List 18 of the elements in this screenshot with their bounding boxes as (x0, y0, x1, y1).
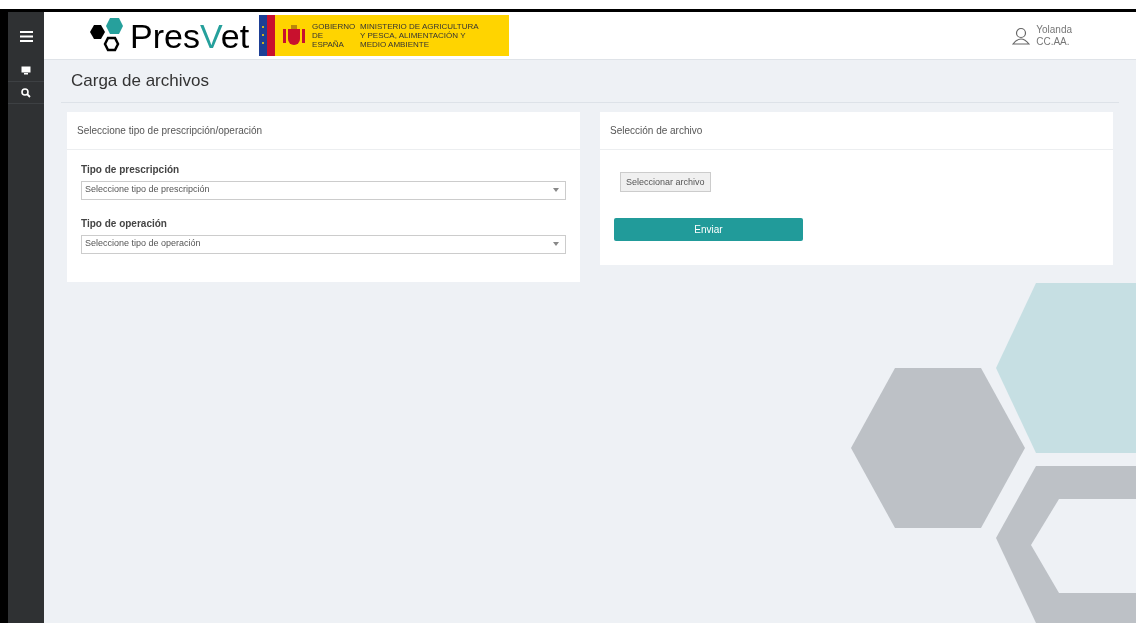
user-icon[interactable] (1012, 26, 1031, 45)
dropdown-caret-icon (553, 242, 559, 246)
page-title: Carga de archivos (61, 60, 1119, 103)
logo-text: PresVet (130, 18, 250, 53)
panel-title: Selección de archivo (600, 111, 1113, 150)
select-field[interactable]: Seleccione tipo de operación (81, 234, 566, 254)
dropdown-caret-icon (553, 188, 559, 192)
field-label: Tipo de prescripción (81, 162, 181, 177)
government-text: GOBIERNO DE ESPAÑA (312, 22, 357, 49)
ministry-text: MINISTERIO DE AGRICULTURA Y PESCA, ALIMENTACIÓN Y MEDIO AMBIENTE (360, 22, 480, 49)
file-button[interactable]: Seleccionar archivo (620, 172, 711, 193)
panel-title: Seleccione tipo de prescripción/operación (67, 111, 580, 150)
field-label: Tipo de operación (81, 216, 168, 231)
user-name: Yolanda (1036, 23, 1072, 36)
monitor-icon[interactable] (21, 66, 31, 75)
zoom-icon[interactable] (21, 87, 31, 98)
user-role: CC.AA. (1036, 35, 1071, 48)
select-field[interactable]: Seleccione tipo de prescripción (81, 180, 566, 200)
